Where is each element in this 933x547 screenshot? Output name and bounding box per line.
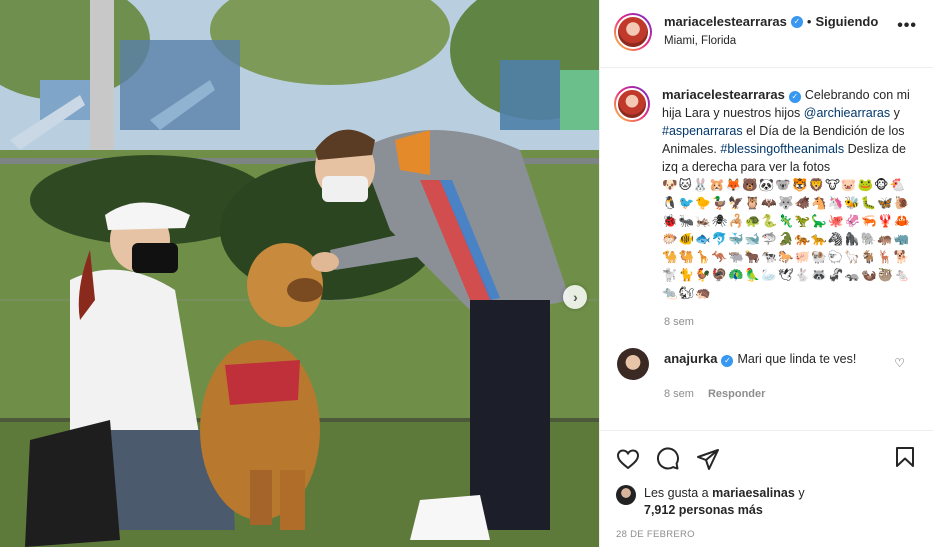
likes-prefix: Les gusta a <box>644 486 709 500</box>
caption-time[interactable]: 8 sem <box>664 316 917 328</box>
comment-item: anajurka ✓ Mari que linda te ves! ♡ <box>614 348 917 380</box>
comment-like-heart-icon[interactable]: ♡ <box>894 356 905 370</box>
bookmark-icon[interactable] <box>893 445 917 469</box>
comments-section: mariacelestearraras ✓ Celebrando con mi hi… <box>600 68 933 430</box>
chevron-right-icon: › <box>573 289 578 305</box>
verified-badge-icon: ✓ <box>721 355 734 367</box>
caption: mariacelestearraras ✓ Celebrando con mi hi… <box>614 86 917 302</box>
comment-icon[interactable] <box>656 447 680 471</box>
likes-middle: y <box>798 486 805 500</box>
reply-button[interactable]: Responder <box>708 388 765 400</box>
comment-text: Mari que linda te ves! <box>737 352 857 366</box>
comment-meta: 8 sem Responder <box>664 388 917 400</box>
post-location[interactable]: Miami, Florida <box>664 35 878 47</box>
caption-text-2: y <box>893 106 900 120</box>
post-header: mariacelestearraras ✓ • Siguiendo Miami,… <box>600 0 933 68</box>
mention-archiearraras[interactable]: @archiearraras <box>804 106 890 120</box>
post-photo[interactable]: › <box>0 0 599 547</box>
author-username[interactable]: mariacelestearraras <box>664 14 787 29</box>
liker-username[interactable]: mariaesalinas <box>712 486 795 500</box>
more-options-icon[interactable]: ••• <box>897 18 917 34</box>
next-photo-button[interactable]: › <box>563 285 587 309</box>
separator-dot: • <box>806 14 812 29</box>
caption-emojis: 🐶🐱🐰🐹🦊🐻🐼🐨🐯🦁🐮🐷🐸🐵🐔🐧🐦🐤🦆🦅🦉🦇🐺🐗🐴🦄🐝🐛🦋🐌🐞🐜🦗🕷🦂🐢🐍🦎🦖🦕… <box>662 177 911 300</box>
photo-scene <box>0 0 599 547</box>
caption-avatar[interactable] <box>614 86 650 122</box>
heart-icon[interactable] <box>616 447 640 471</box>
post-side-panel: mariacelestearraras ✓ • Siguiendo Miami,… <box>599 0 933 547</box>
caption-username[interactable]: mariacelestearraras <box>662 87 785 102</box>
following-button[interactable]: Siguiendo <box>815 14 878 29</box>
comment-time[interactable]: 8 sem <box>664 388 694 400</box>
commenter-username[interactable]: anajurka <box>664 351 717 366</box>
actions-section: Les gusta a mariaesalinas y 7,912 person… <box>600 430 933 547</box>
share-icon[interactable] <box>696 447 720 471</box>
hashtag-aspenarraras[interactable]: #aspenarraras <box>662 124 743 138</box>
author-avatar[interactable] <box>614 13 652 51</box>
hashtag-blessingoftheanimals[interactable]: #blessingoftheanimals <box>720 142 844 156</box>
verified-badge-icon: ✓ <box>788 91 801 103</box>
likes-count[interactable]: 7,912 personas más <box>644 503 763 517</box>
post-viewer: › mariacelestearraras ✓ • Siguiendo Miam… <box>0 0 933 547</box>
verified-badge-icon: ✓ <box>790 15 803 28</box>
commenter-avatar[interactable] <box>617 348 649 380</box>
post-date[interactable]: 28 DE FEBRERO <box>616 529 917 540</box>
likes-summary: Les gusta a mariaesalinas y 7,912 person… <box>616 485 917 519</box>
caption-text: mariacelestearraras ✓ Celebrando con mi hi… <box>662 86 917 302</box>
liker-avatar[interactable] <box>616 485 636 505</box>
